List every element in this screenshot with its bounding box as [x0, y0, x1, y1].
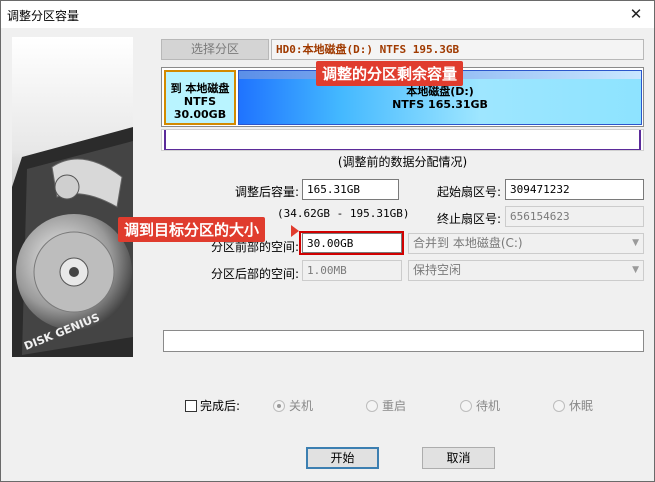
end-sector-label: 终止扇区号: — [436, 212, 501, 226]
before-layout-caption: (调整前的数据分配情况) — [337, 155, 468, 169]
title-bar: 调整分区容量 ✕ — [1, 1, 654, 28]
radio-restart: 重启 — [366, 397, 406, 414]
after-done-checkbox[interactable]: 完成后: — [185, 397, 240, 414]
start-sector-label: 起始扇区号: — [436, 185, 501, 199]
partition-c-size: 30.00GB — [173, 108, 227, 121]
radio-dot — [460, 399, 472, 412]
radio-hibernate-label: 休眠 — [569, 399, 594, 413]
annotation-target-size: 调到目标分区的大小 — [118, 217, 266, 242]
start-button[interactable]: 开始 — [306, 447, 379, 469]
radio-shutdown: 关机 — [273, 397, 313, 414]
partition-c-name: 到 本地磁盘 — [170, 82, 230, 95]
partition-d-name: 本地磁盘(D:) — [406, 85, 474, 98]
space-before-action-select: 合并到 本地磁盘(C:) ▼ — [408, 233, 644, 254]
partition-c-fs: NTFS — [183, 95, 217, 108]
before-layout-bar — [161, 129, 644, 151]
partition-c-block[interactable]: 到 本地磁盘 NTFS 30.00GB — [164, 70, 236, 125]
end-sector-input: 656154623 — [505, 206, 644, 227]
annotation-arrow — [291, 225, 299, 237]
chevron-down-icon: ▼ — [632, 238, 639, 248]
partition-d-fs-size: NTFS 165.31GB — [392, 98, 488, 111]
chevron-down-icon: ▼ — [632, 265, 639, 275]
radio-dot — [553, 399, 565, 412]
radio-dot — [273, 399, 285, 412]
disk-info-label: HD0:本地磁盘(D:) NTFS 195.3GB — [271, 39, 644, 60]
radio-restart-label: 重启 — [382, 399, 407, 413]
after-done-label: 完成后: — [200, 399, 241, 413]
radio-shutdown-label: 关机 — [289, 399, 314, 413]
space-after-label: 分区后部的空间: — [210, 267, 299, 281]
space-after-action-text: 保持空闲 — [413, 263, 462, 277]
radio-standby: 待机 — [460, 397, 500, 414]
close-icon[interactable]: ✕ — [626, 5, 646, 23]
size-after-label: 调整后容量: — [234, 185, 299, 199]
radio-standby-label: 待机 — [476, 399, 501, 413]
disk-genius-hdd-image: DISK GENIUS — [12, 37, 133, 357]
start-sector-input[interactable]: 309471232 — [505, 179, 644, 200]
size-after-input[interactable]: 165.31GB — [302, 179, 399, 200]
radio-hibernate: 休眠 — [553, 397, 593, 414]
checkbox-box[interactable] — [185, 399, 197, 412]
space-after-action-select: 保持空闲 ▼ — [408, 260, 644, 281]
resize-partition-dialog: 调整分区容量 ✕ DISK GENIUS 选择分区 HD0:本地磁盘(D:) N… — [0, 0, 655, 482]
select-partition-button[interactable]: 选择分区 — [161, 39, 269, 60]
cancel-button[interactable]: 取消 — [422, 447, 495, 469]
size-range-text: (34.62GB - 195.31GB) — [277, 207, 410, 220]
space-after-input: 1.00MB — [302, 260, 402, 281]
radio-dot — [366, 399, 378, 412]
space-before-action-text: 合并到 本地磁盘(C:) — [413, 236, 523, 250]
highlight-box — [299, 231, 404, 255]
annotation-remaining-capacity: 调整的分区剩余容量 — [316, 61, 464, 86]
window-title: 调整分区容量 — [7, 9, 80, 23]
progress-bar — [163, 330, 644, 352]
